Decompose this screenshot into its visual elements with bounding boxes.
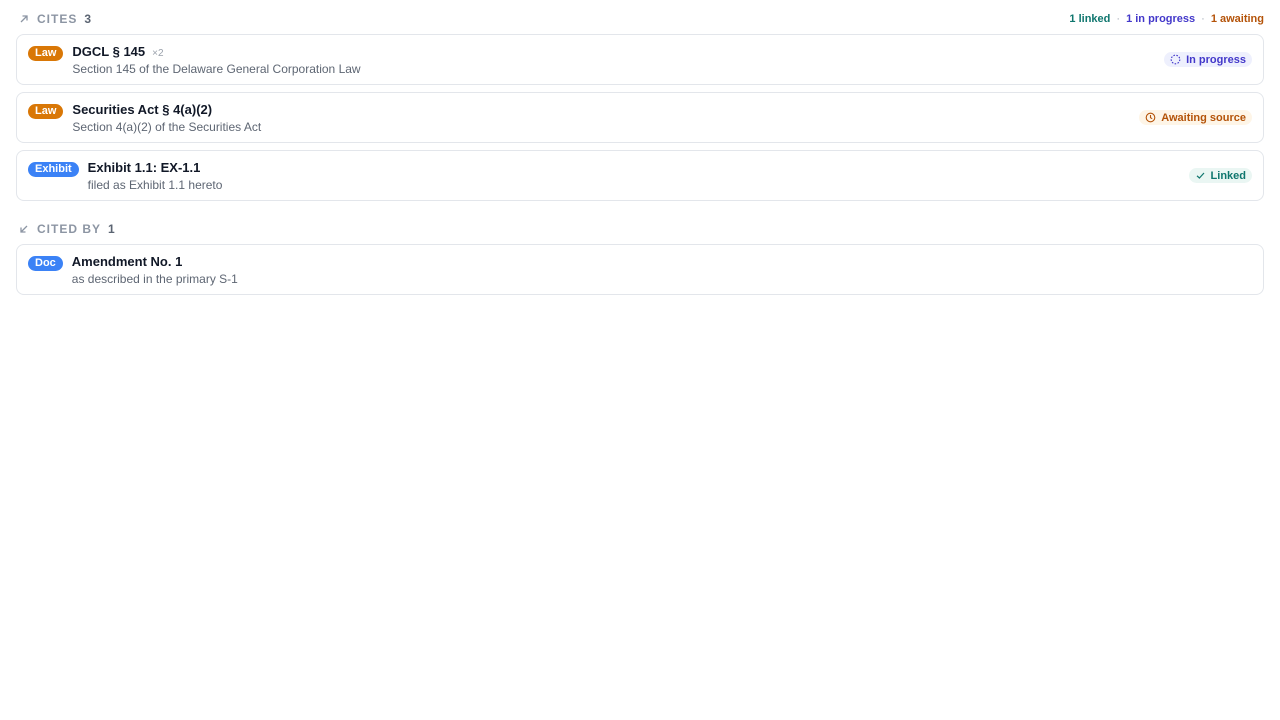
citation-title[interactable]: Securities Act § 4(a)(2) <box>72 102 212 118</box>
cites-section-title: CITES <box>37 12 78 26</box>
type-badge-exhibit: Exhibit <box>28 162 79 177</box>
cites-count: 3 <box>84 12 92 26</box>
citation-title[interactable]: DGCL § 145 <box>72 44 145 60</box>
type-badge-law: Law <box>28 46 64 61</box>
type-badge-doc: Doc <box>28 256 63 271</box>
cited-by-section-header: CITED BY 1 <box>16 220 1264 238</box>
summary-linked[interactable]: 1 linked <box>1069 13 1110 25</box>
citation-title[interactable]: Amendment No. 1 <box>72 254 183 270</box>
status-label: Awaiting source <box>1161 111 1246 124</box>
status-badge-linked: Linked <box>1188 168 1252 183</box>
status-badge-awaiting: Awaiting source <box>1139 110 1252 125</box>
citation-card-securities-act[interactable]: Law Securities Act § 4(a)(2) Section 4(a… <box>16 92 1264 143</box>
summary-separator: · <box>1116 13 1121 25</box>
citation-title[interactable]: Exhibit 1.1: EX-1.1 <box>88 160 201 176</box>
summary-awaiting[interactable]: 1 awaiting <box>1211 13 1264 25</box>
cited-by-card-amendment-1[interactable]: Doc Amendment No. 1 as described in the … <box>16 244 1264 295</box>
citation-description: Section 4(a)(2) of the Securities Act <box>72 120 262 134</box>
status-label: Linked <box>1210 169 1246 182</box>
cited-by-section-title: CITED BY <box>37 222 102 236</box>
status-badge-in-progress: In progress <box>1164 52 1252 67</box>
type-badge-law: Law <box>28 104 64 119</box>
citation-description: as described in the primary S-1 <box>71 272 238 286</box>
citation-card-dgcl-145[interactable]: Law DGCL § 145 ×2 Section 145 of the Del… <box>16 34 1264 85</box>
clock-icon <box>1145 112 1156 123</box>
cited-by-count: 1 <box>108 222 115 236</box>
citation-card-exhibit-1-1[interactable]: Exhibit Exhibit 1.1: EX-1.1 filed as Exh… <box>16 150 1264 201</box>
arrow-down-left-icon <box>18 223 30 235</box>
summary-in-progress[interactable]: 1 in progress <box>1126 13 1195 25</box>
citation-description: Section 145 of the Delaware General Corp… <box>72 62 361 76</box>
status-summary: 1 linked · 1 in progress · 1 awaiting <box>1069 13 1264 25</box>
arrow-up-right-icon <box>18 13 30 25</box>
check-icon <box>1195 170 1206 181</box>
loading-circle-icon <box>1170 54 1181 65</box>
summary-separator: · <box>1201 13 1205 25</box>
citations-panel: CITES 3 1 linked · 1 in progress · 1 awa… <box>0 0 1280 295</box>
occurrence-count: ×2 <box>152 48 164 59</box>
cites-section-header: CITES 3 1 linked · 1 in progress · 1 awa… <box>16 10 1264 28</box>
status-label: In progress <box>1186 53 1246 66</box>
citation-description: filed as Exhibit 1.1 hereto <box>87 178 223 192</box>
